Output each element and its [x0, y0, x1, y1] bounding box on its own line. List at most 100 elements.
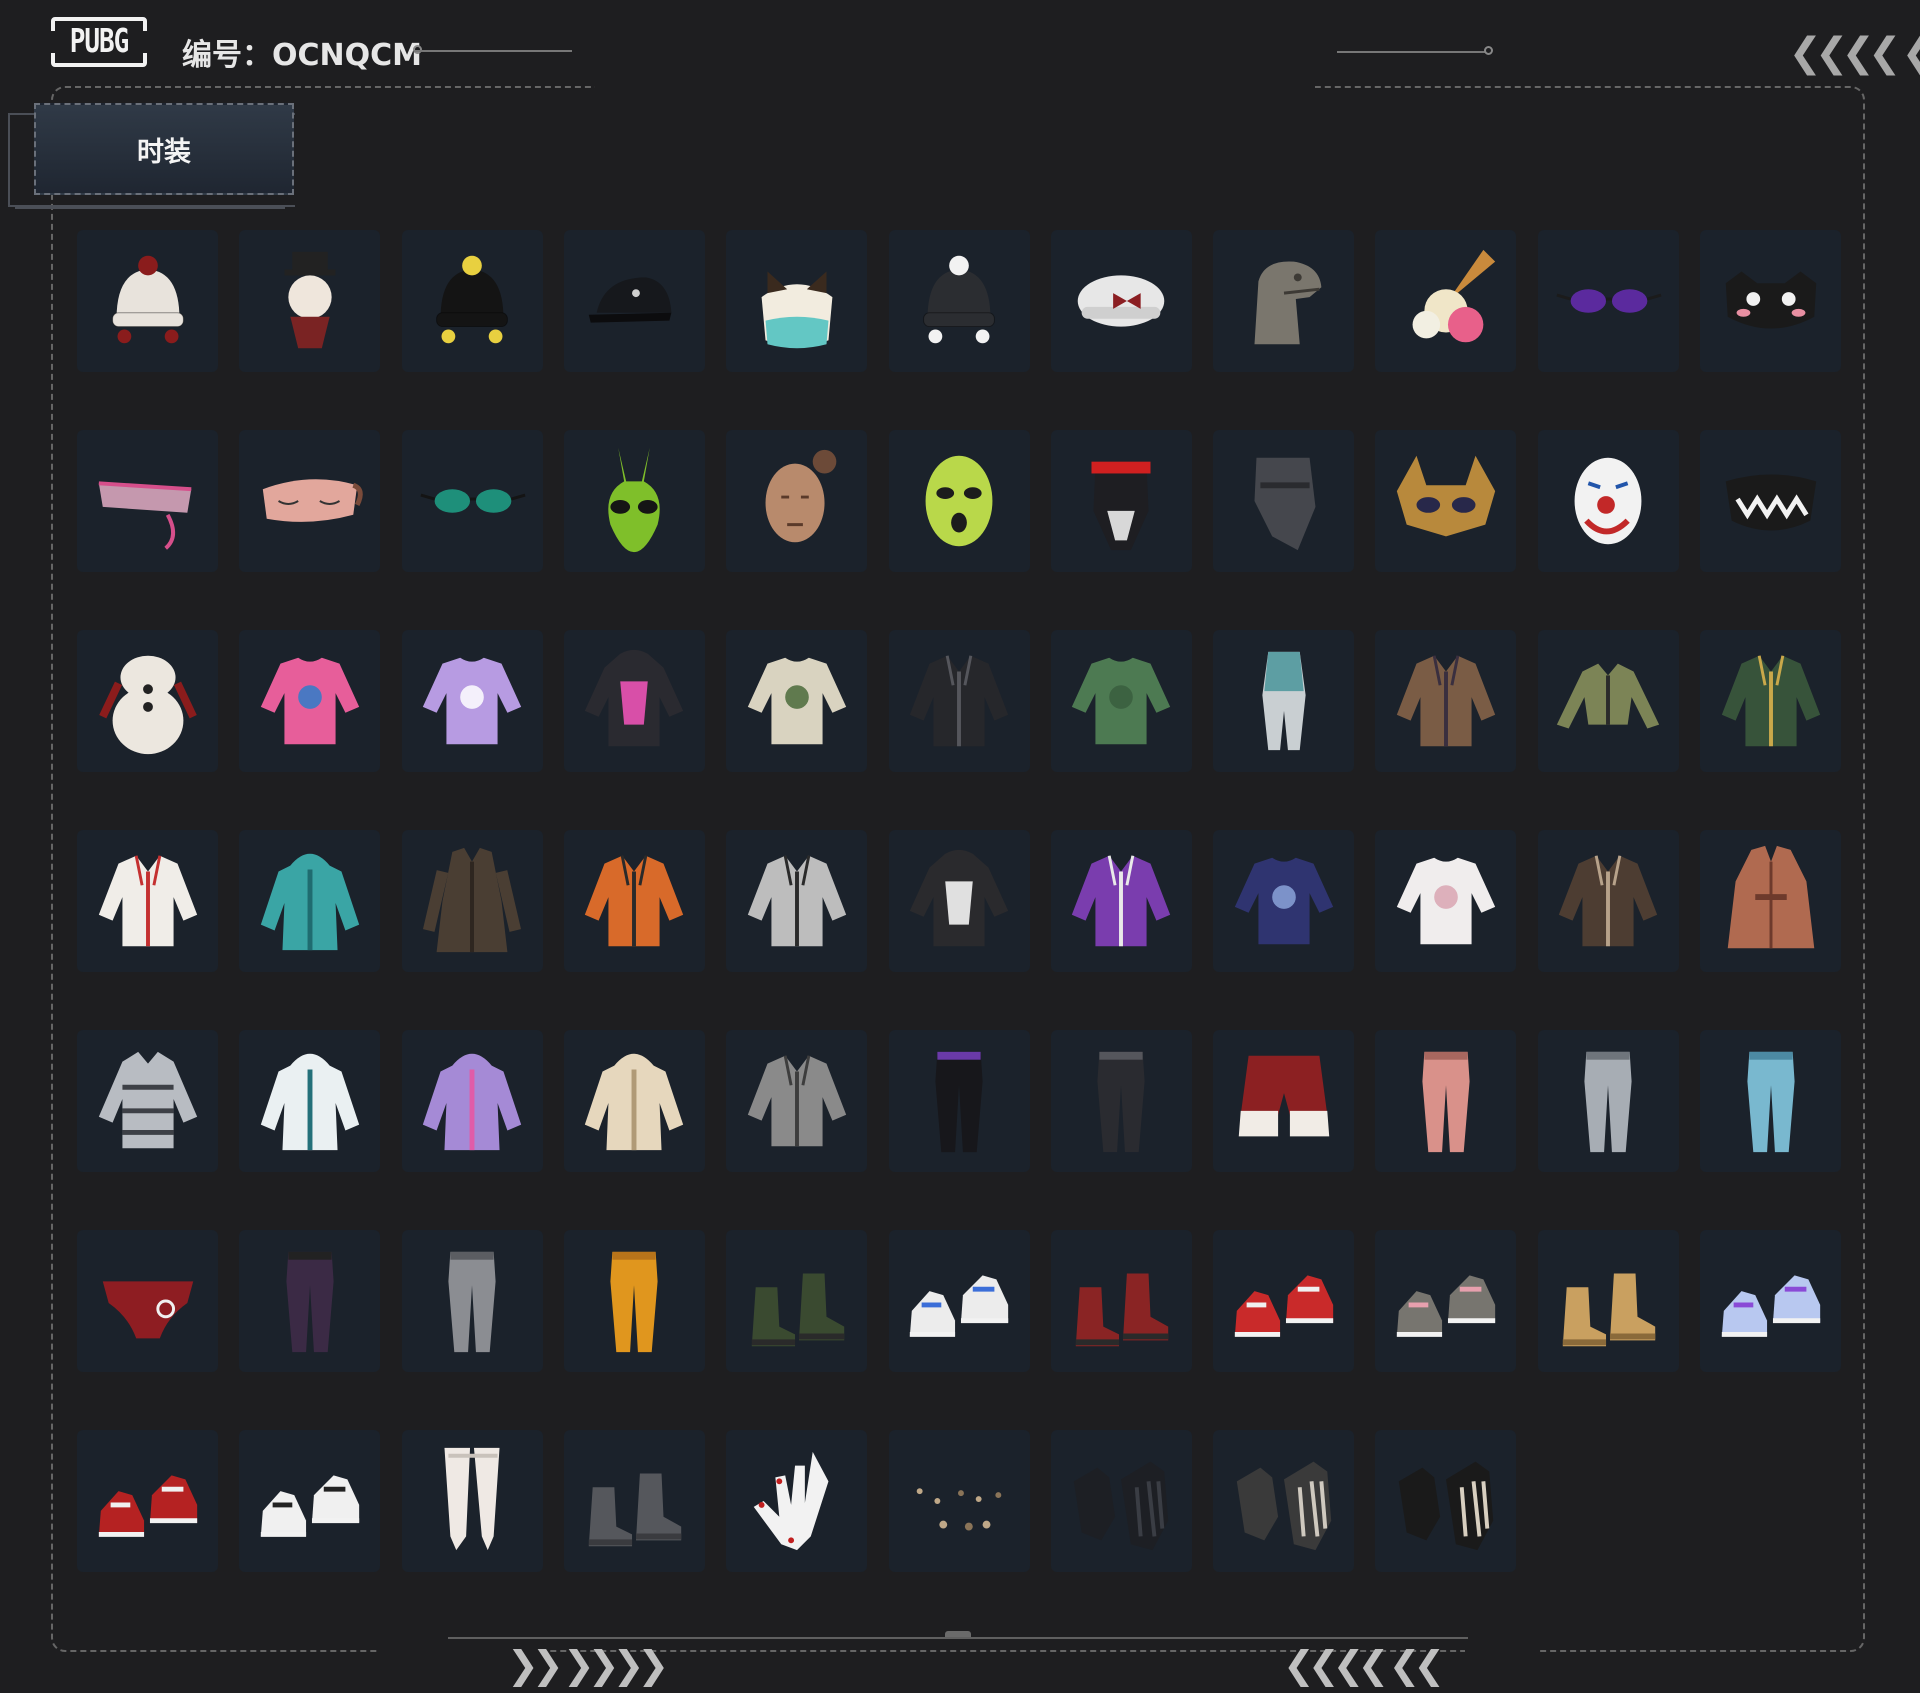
item-slot-green-sport-shades[interactable] — [401, 430, 543, 572]
item-slot-green-long-sleeve[interactable] — [1050, 630, 1192, 772]
coat-icon — [423, 847, 522, 953]
item-slot-penguin-beanie[interactable] — [888, 230, 1030, 372]
item-slot-brown-vest-jacket[interactable] — [1375, 630, 1517, 772]
item-slot-cream-green-shirt[interactable] — [726, 630, 868, 772]
item-slot-white-black-sneakers[interactable] — [239, 1430, 381, 1572]
item-slot-piercing-set[interactable] — [888, 1430, 1030, 1572]
item-slot-black-purple-pants[interactable] — [888, 1030, 1030, 1172]
item-slot-red-sneakers[interactable] — [77, 1430, 218, 1572]
item-slot-wild-cat-hoodie[interactable] — [888, 830, 1030, 972]
item-slot-white-stockings[interactable] — [401, 1430, 543, 1572]
dots-icon — [916, 1488, 1002, 1531]
item-slot-purple-glasses[interactable] — [1537, 230, 1679, 372]
item-slot-tan-work-boots[interactable] — [1537, 1230, 1679, 1372]
item-slot-dark-scarf-mask[interactable] — [1213, 430, 1355, 572]
item-slot-lime-balaclava[interactable] — [888, 430, 1030, 572]
shirt-icon — [422, 657, 522, 745]
item-slot-rose-gold-pants[interactable] — [1375, 1030, 1517, 1172]
item-slot-fur-leather-jacket[interactable] — [1537, 830, 1679, 972]
item-slot-white-knit-sweater[interactable] — [1375, 830, 1517, 972]
item-slot-snowman-body-suit[interactable] — [77, 630, 218, 772]
frame-gap-bottom-right — [1465, 1650, 1537, 1654]
item-slot-teal-parka[interactable] — [239, 830, 381, 972]
item-slot-copper-robe[interactable] — [1700, 830, 1841, 972]
item-slot-lavender-cat-tee[interactable] — [401, 630, 543, 772]
item-slot-dinosaur-head[interactable] — [1213, 230, 1355, 372]
item-slot-white-beret-bow[interactable] — [1050, 230, 1192, 372]
item-slot-light-blue-jeans[interactable] — [1700, 1030, 1841, 1172]
item-slot-white-blue-sneakers[interactable] — [888, 1230, 1030, 1372]
item-slot-grey-camo-pants[interactable] — [1537, 1030, 1679, 1172]
item-slot-ornate-eye-mask[interactable] — [1375, 430, 1517, 572]
jacket-icon — [747, 855, 846, 947]
item-slot-purple-track-jacket[interactable] — [1050, 830, 1192, 972]
item-slot-bunny-slippers[interactable] — [1375, 1230, 1517, 1372]
item-slot-purple-plush-hoodie[interactable] — [401, 1030, 543, 1172]
item-slot-green-bomber[interactable] — [1700, 630, 1841, 772]
item-slot-red-nail-hand[interactable] — [726, 1430, 868, 1572]
decor-line-left — [414, 50, 572, 52]
item-slot-red-fur-shorts[interactable] — [1213, 1030, 1355, 1172]
item-slot-black-leather-pants[interactable] — [1050, 1030, 1192, 1172]
item-slot-grey-short-boots[interactable] — [563, 1430, 705, 1572]
decor-dot-right — [1484, 46, 1493, 55]
item-slot-orange-tech-jacket[interactable] — [563, 830, 705, 972]
chevrons-bottom-right: ❮❮❮❮ ❮❮ — [1283, 1643, 1445, 1687]
item-slot-graphic-hoodie[interactable] — [563, 630, 705, 772]
item-slot-red-high-tops[interactable] — [1213, 1230, 1355, 1372]
item-slot-grey-puffer[interactable] — [77, 1030, 218, 1172]
item-slot-brown-trench-coat[interactable] — [401, 830, 543, 972]
snowsuit-icon — [98, 655, 197, 755]
item-slot-teeth-face-mask[interactable] — [1700, 430, 1841, 572]
item-slot-black-cap[interactable] — [563, 230, 705, 372]
hoodie-icon — [909, 849, 1009, 947]
item-slot-olive-crop-jacket[interactable] — [1537, 630, 1679, 772]
item-slot-pink-blue-sweatshirt[interactable] — [239, 630, 381, 772]
item-slot-cyber-helmet-mask[interactable] — [1050, 430, 1192, 572]
ornate-icon — [1396, 455, 1496, 537]
item-slot-festive-print-jacket[interactable] — [77, 830, 218, 972]
item-slot-black-gloves[interactable] — [1050, 1430, 1192, 1572]
item-slot-holo-high-tops[interactable] — [1700, 1230, 1841, 1372]
item-slot-silver-jacket[interactable] — [726, 830, 868, 972]
item-slot-black-leather-jacket[interactable] — [888, 630, 1030, 772]
item-slot-navy-sash-sweater[interactable] — [1213, 830, 1355, 972]
item-slot-skeleton-gloves[interactable] — [1375, 1430, 1517, 1572]
item-slot-teal-combat-suit[interactable] — [1213, 630, 1355, 772]
glasses-icon — [420, 489, 526, 513]
item-slot-teal-fur-hat[interactable] — [726, 230, 868, 372]
item-slot-grey-tunic-jacket[interactable] — [726, 1030, 868, 1172]
item-slot-clown-mask[interactable] — [1537, 430, 1679, 572]
item-slot-neon-visor[interactable] — [77, 430, 218, 572]
puffer-icon — [98, 1051, 197, 1149]
frame-gap-top — [595, 84, 1315, 88]
item-slot-teddy-bear-coat[interactable] — [563, 1030, 705, 1172]
item-slot-purple-tactical-pants[interactable] — [239, 1230, 381, 1372]
tab-fashion[interactable]: 时装 — [34, 103, 294, 195]
visor-icon — [98, 481, 191, 550]
item-slot-green-boots[interactable] — [726, 1230, 868, 1372]
item-slot-snowball-knit-hat[interactable] — [77, 230, 218, 372]
item-slot-snowman-head-hat[interactable] — [239, 230, 381, 372]
shirt-icon — [1072, 657, 1171, 745]
chevrons-top-right: ❮❮❮❮ ❮ — [1788, 30, 1920, 76]
pants-icon — [1097, 1051, 1145, 1153]
item-slot-grey-joggers[interactable] — [401, 1230, 543, 1372]
item-slot-ice-cream-hat[interactable] — [1375, 230, 1517, 372]
logo-text: PUBG — [69, 23, 130, 61]
boots-icon — [1562, 1273, 1656, 1347]
item-slot-black-cat-beanie[interactable] — [401, 230, 543, 372]
item-slot-cat-face-mask[interactable] — [1700, 230, 1841, 372]
item-slot-stocking-mask[interactable] — [726, 430, 868, 572]
item-slot-orange-pants[interactable] — [563, 1230, 705, 1372]
jacket-icon — [1072, 855, 1171, 947]
item-slot-red-briefs[interactable] — [77, 1230, 218, 1372]
jacket-icon — [1721, 655, 1820, 747]
item-slot-sleep-eye-mask[interactable] — [239, 430, 381, 572]
sneakers-icon — [909, 1275, 1009, 1337]
item-slot-white-hooded-coat[interactable] — [239, 1030, 381, 1172]
item-slot-red-wrap-boots[interactable] — [1050, 1230, 1192, 1372]
item-slot-alien-mask[interactable] — [563, 430, 705, 572]
item-slot-armored-gloves[interactable] — [1213, 1430, 1355, 1572]
sneakers-icon — [260, 1475, 359, 1537]
